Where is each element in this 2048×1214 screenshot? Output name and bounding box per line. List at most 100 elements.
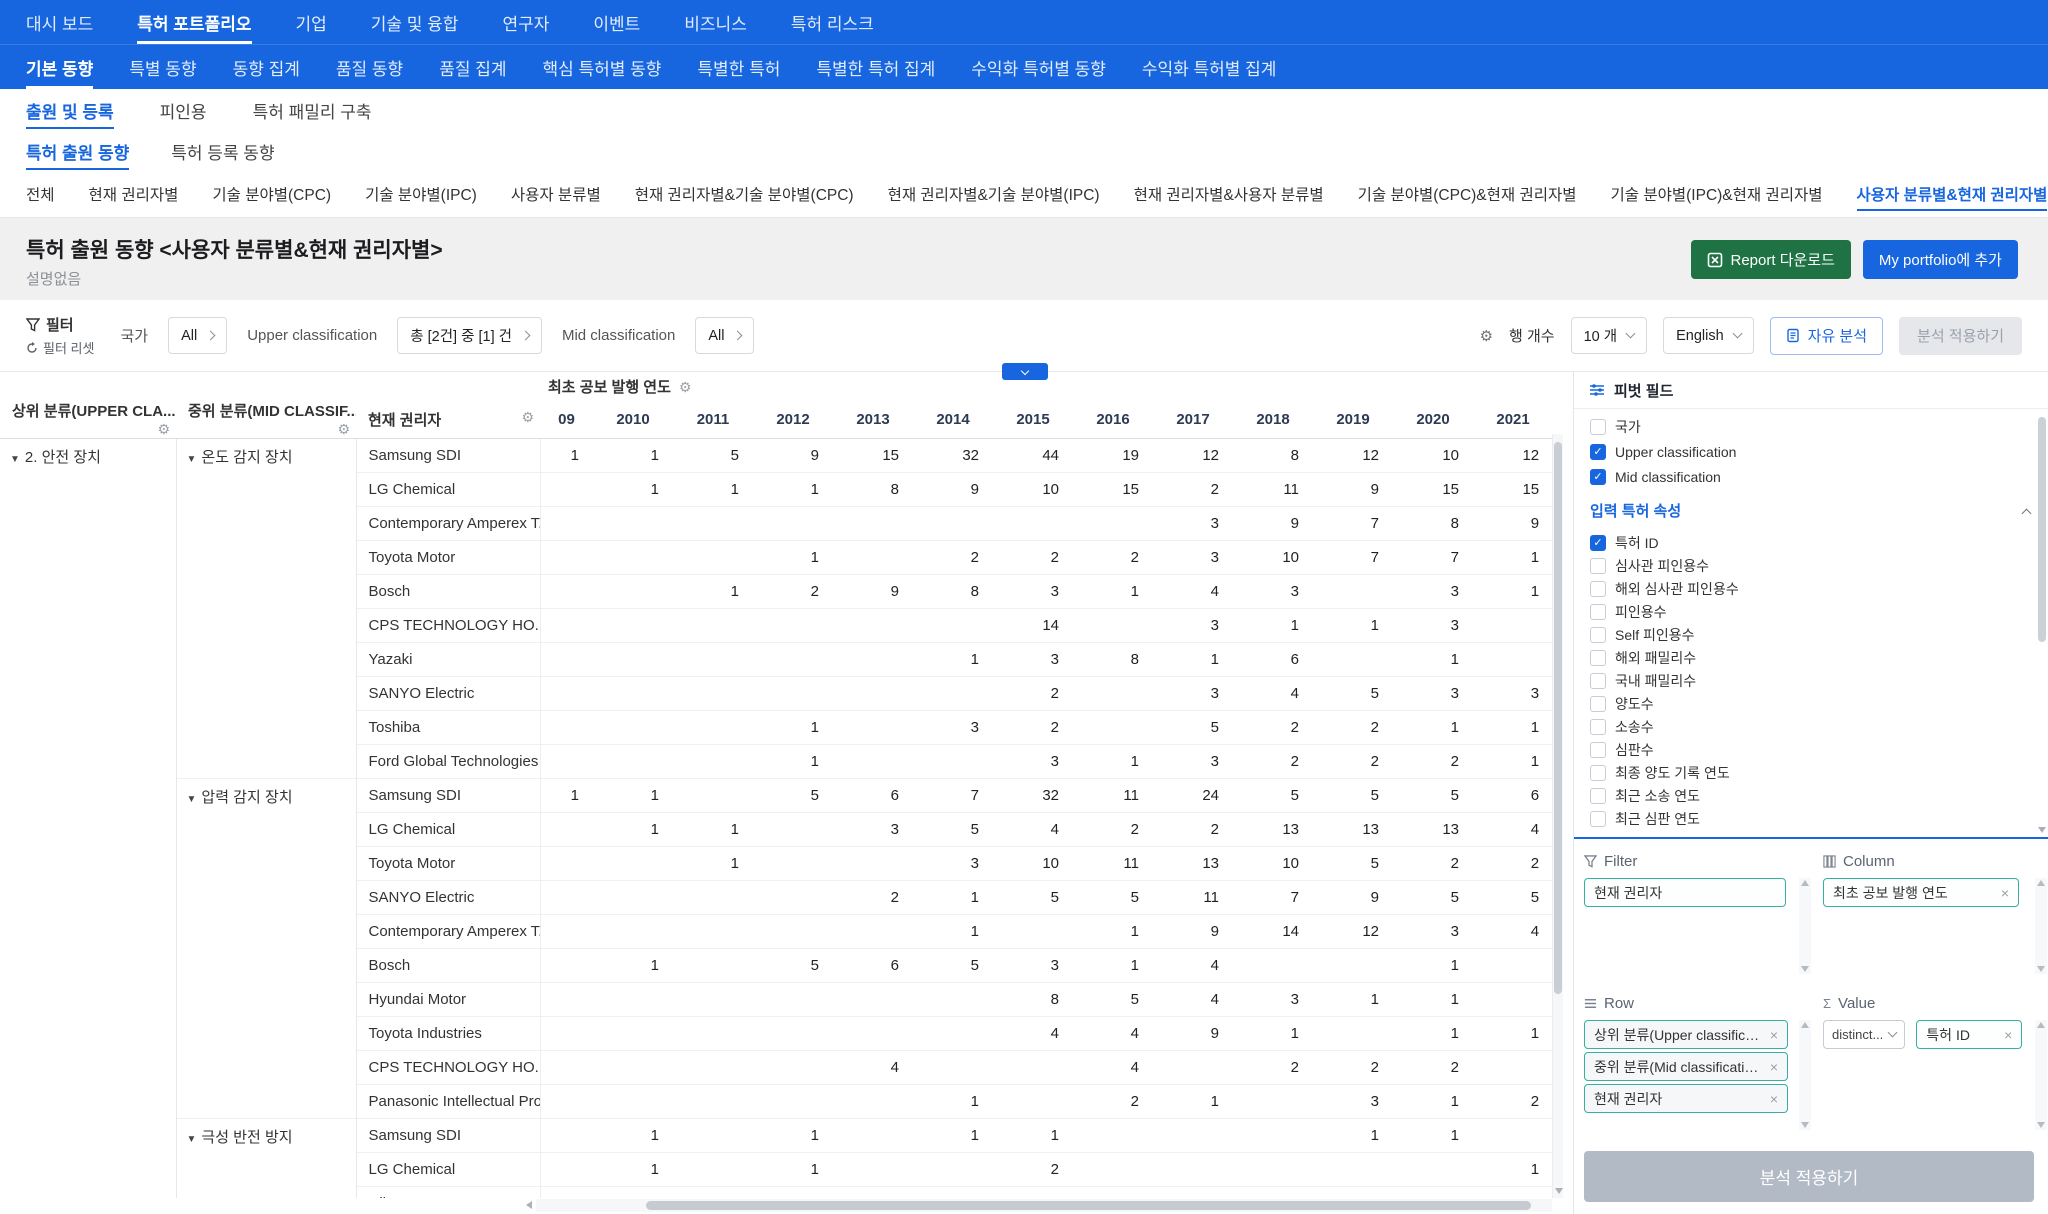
patent-attribute-12[interactable]: 최근 심판 연도 [1574, 807, 2048, 830]
patent-attribute-9[interactable]: 심판수 [1574, 738, 2048, 761]
scroll-down-icon[interactable] [2037, 1122, 2045, 1128]
pivot-field-checkbox-2[interactable]: ✓ [1590, 469, 1606, 485]
topnav-item-0[interactable]: 대시 보드 [26, 0, 93, 44]
row-chip-0[interactable]: 상위 분류(Upper classificati...× [1584, 1020, 1788, 1049]
patent-attribute-2[interactable]: 해외 심사관 피인용수 [1574, 577, 2048, 600]
column-header-year-3[interactable]: 2012 [753, 400, 833, 439]
topnav-item-7[interactable]: 특허 리스크 [791, 0, 874, 44]
collapse-header-button[interactable] [1002, 363, 1048, 380]
column-chip-remove-icon-0[interactable]: × [2001, 885, 2009, 901]
row-count-dropdown[interactable]: 10 개 [1571, 317, 1648, 354]
patent-attribute-8[interactable]: 소송수 [1574, 715, 2048, 738]
pivot-field-checkbox-1[interactable]: ✓ [1590, 444, 1606, 460]
column-header-year-6[interactable]: 2015 [993, 400, 1073, 439]
topnav-item-4[interactable]: 연구자 [502, 0, 549, 44]
trend-nav-item-0[interactable]: 특허 출원 동향 [26, 134, 129, 170]
column-header-year-8[interactable]: 2017 [1153, 400, 1233, 439]
classification-tab-5[interactable]: 현재 권리자별&기술 분야별(CPC) [635, 178, 854, 211]
panel-scrollbar[interactable] [2038, 417, 2046, 825]
mid-group-cell[interactable]: ▼온도 감지 장치 [176, 439, 356, 779]
subnav-item-7[interactable]: 특별한 특허 집계 [816, 45, 935, 89]
patent-attribute-checkbox-11[interactable] [1590, 788, 1606, 804]
scroll-up-icon[interactable] [1801, 1022, 1809, 1028]
patent-attribute-0[interactable]: ✓특허 ID [1574, 531, 2048, 554]
patent-attribute-checkbox-5[interactable] [1590, 650, 1606, 666]
patent-attribute-checkbox-1[interactable] [1590, 558, 1606, 574]
patent-attribute-checkbox-3[interactable] [1590, 604, 1606, 620]
subnav-item-1[interactable]: 특별 동향 [129, 45, 196, 89]
column-box-scrollbar[interactable] [2035, 878, 2047, 974]
scroll-left-arrow-icon[interactable] [526, 1201, 532, 1209]
row-chip-remove-icon-1[interactable]: × [1770, 1059, 1778, 1075]
country-dropdown[interactable]: All [168, 317, 227, 354]
patent-attribute-checkbox-0[interactable]: ✓ [1590, 535, 1606, 551]
patent-attribute-4[interactable]: Self 피인용수 [1574, 623, 2048, 646]
patent-attribute-checkbox-10[interactable] [1590, 765, 1606, 781]
classification-tab-3[interactable]: 기술 분야별(IPC) [365, 178, 477, 211]
topnav-item-6[interactable]: 비즈니스 [684, 0, 747, 44]
column-header-year-0[interactable]: 09 [540, 400, 593, 439]
subnav-item-4[interactable]: 품질 집계 [439, 45, 506, 89]
column-header-year-11[interactable]: 2020 [1393, 400, 1473, 439]
apply-analysis-button-top[interactable]: 분석 적용하기 [1899, 317, 2022, 355]
column-chip-0[interactable]: 최초 공보 발행 연도× [1823, 878, 2019, 907]
patent-attribute-checkbox-4[interactable] [1590, 627, 1606, 643]
column-header-year-7[interactable]: 2016 [1073, 400, 1153, 439]
upper-classification-dropdown[interactable]: 총 [2건] 중 [1] 건 [397, 317, 542, 354]
patent-attribute-6[interactable]: 국내 패밀리수 [1574, 669, 2048, 692]
column-header-year-10[interactable]: 2019 [1313, 400, 1393, 439]
collapse-triangle-icon[interactable]: ▼ [187, 794, 197, 805]
gear-icon[interactable]: ⚙ [337, 421, 350, 438]
pivot-field-checkbox-0[interactable] [1590, 419, 1606, 435]
row-box-scrollbar[interactable] [1799, 1020, 1811, 1130]
gear-icon[interactable]: ⚙ [521, 409, 534, 426]
classification-tab-0[interactable]: 전체 [26, 178, 55, 211]
pivot-field-1[interactable]: ✓Upper classification [1574, 439, 2048, 464]
subnav-item-5[interactable]: 핵심 특허별 동향 [542, 45, 661, 89]
filter-chip-0[interactable]: 현재 권리자 [1584, 878, 1786, 907]
mid-group-cell[interactable]: ▼극성 반전 방지 [176, 1119, 356, 1199]
aggregation-dropdown[interactable]: distinct... [1823, 1020, 1905, 1049]
topnav-item-5[interactable]: 이벤트 [593, 0, 640, 44]
subnav-item-2[interactable]: 동향 집계 [233, 45, 300, 89]
classification-tab-6[interactable]: 현재 권리자별&기술 분야별(IPC) [888, 178, 1100, 211]
mid-group-cell[interactable]: ▼압력 감지 장치 [176, 779, 356, 1119]
topnav-item-2[interactable]: 기업 [296, 0, 327, 44]
row-chip-remove-icon-0[interactable]: × [1770, 1027, 1778, 1043]
report-download-button[interactable]: Report 다운로드 [1691, 240, 1851, 279]
filter-reset-button[interactable]: 필터 리셋 [26, 338, 94, 357]
scroll-down-icon[interactable] [1801, 1122, 1809, 1128]
patent-attribute-3[interactable]: 피인용수 [1574, 600, 2048, 623]
column-header-year-12[interactable]: 2021 [1473, 400, 1552, 439]
horizontal-scrollbar[interactable] [526, 1198, 1552, 1212]
classification-tab-9[interactable]: 기술 분야별(IPC)&현재 권리자별 [1611, 178, 1823, 211]
trend-nav-item-1[interactable]: 특허 등록 동향 [171, 134, 274, 170]
subnav-item-0[interactable]: 기본 동향 [26, 45, 93, 89]
panel-scrollbar-thumb[interactable] [2038, 417, 2046, 642]
mid-classification-dropdown[interactable]: All [695, 317, 754, 354]
scroll-up-icon[interactable] [2037, 880, 2045, 886]
row-count-gear-icon[interactable]: ⚙ [1480, 327, 1493, 345]
subnav-item-6[interactable]: 특별한 특허 [697, 45, 780, 89]
section-nav-item-1[interactable]: 피인용 [160, 93, 207, 129]
subnav-item-8[interactable]: 수익화 특허별 동향 [971, 45, 1106, 89]
patent-attribute-checkbox-8[interactable] [1590, 719, 1606, 735]
scroll-down-icon[interactable] [1801, 966, 1809, 972]
input-attributes-section[interactable]: 입력 특허 속성 [1574, 491, 2048, 526]
column-header-year-4[interactable]: 2013 [833, 400, 913, 439]
classification-tab-10[interactable]: 사용자 분류별&현재 권리자별 [1857, 178, 2048, 211]
topnav-item-3[interactable]: 기술 및 융합 [371, 0, 459, 44]
column-header-mid[interactable]: 중위 분류(MID CLASSIF...⚙ [176, 400, 356, 439]
panel-scroll-down-icon[interactable] [2038, 827, 2046, 833]
column-header-upper[interactable]: 상위 분류(UPPER CLA...⚙ [0, 400, 176, 439]
section-nav-item-2[interactable]: 특허 패밀리 구축 [253, 93, 372, 129]
scroll-down-icon[interactable] [2037, 966, 2045, 972]
classification-tab-7[interactable]: 현재 권리자별&사용자 분류별 [1134, 178, 1324, 211]
classification-tab-2[interactable]: 기술 분야별(CPC) [212, 178, 331, 211]
patent-attribute-checkbox-9[interactable] [1590, 742, 1606, 758]
patent-attribute-5[interactable]: 해외 패밀리수 [1574, 646, 2048, 669]
row-chip-2[interactable]: 현재 권리자× [1584, 1084, 1788, 1113]
vertical-scrollbar[interactable] [1552, 434, 1563, 1198]
patent-attribute-10[interactable]: 최종 양도 기록 연도 [1574, 761, 2048, 784]
column-header-holder[interactable]: 현재 권리자⚙ [356, 400, 540, 439]
